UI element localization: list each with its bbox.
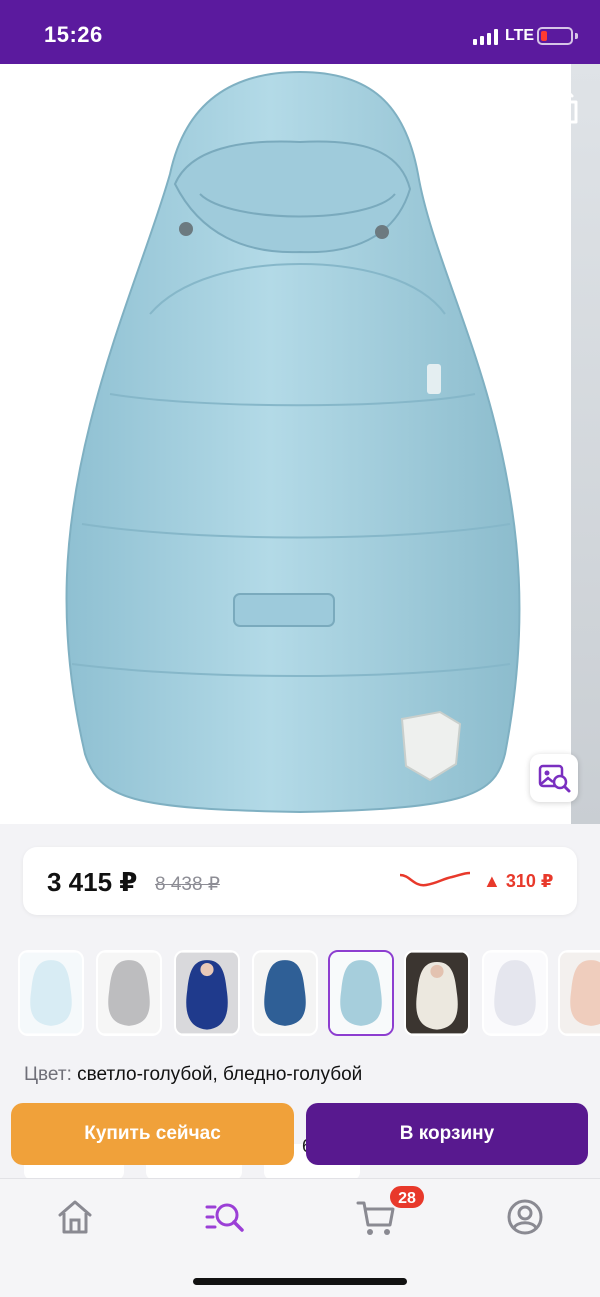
tab-catalog[interactable] [203,1195,247,1239]
catalog-search-icon [205,1203,244,1232]
variant-thumbnail[interactable] [252,950,318,1036]
add-to-cart-button[interactable]: В корзину [306,1103,588,1165]
cart-count-badge: 28 [388,1184,426,1210]
cream-variant-image [406,952,468,1034]
variant-thumbnail[interactable] [18,950,84,1036]
home-indicator[interactable] [193,1278,407,1285]
share-button[interactable] [544,82,584,130]
peach-variant-image [560,952,600,1034]
variant-thumbnail[interactable] [558,950,600,1036]
color-info: Цвет: светло-голубой, бледно-голубой [24,1064,362,1086]
search-by-photo-button[interactable] [530,754,578,802]
product-image[interactable] [0,64,600,824]
variant-thumbnail[interactable] [404,950,470,1036]
status-bar: 15:26 LTE [0,0,600,64]
grey-variant-image [98,952,160,1034]
profile-icon [507,1199,543,1235]
battery-nub [575,33,578,39]
tab-profile[interactable] [503,1195,547,1239]
product-gallery[interactable] [0,64,600,824]
color-label: Цвет: [24,1064,72,1085]
back-button[interactable] [18,84,58,132]
light-blue-variant-image [20,952,82,1034]
home-icon [58,1200,92,1234]
search-by-photo-icon [538,764,571,793]
buy-now-button[interactable]: Купить сейчас [11,1103,294,1165]
status-time: 15:26 [44,22,103,47]
network-type: LTE [505,27,535,44]
sky-blue-variant-image [330,952,392,1034]
price-history-chart[interactable] [398,867,472,895]
navy-variant-image [176,952,238,1034]
variant-thumbnail-selected[interactable] [328,950,394,1036]
heart-icon [473,90,511,124]
price-card[interactable]: 3 415 ₽ 8 438 ₽ ▲ 310 ₽ [23,847,577,915]
share-icon [550,86,578,124]
variant-thumbnail[interactable] [482,950,548,1036]
favorite-button[interactable] [470,86,514,130]
current-price: 3 415 ₽ [47,867,138,897]
tab-home[interactable] [53,1195,97,1239]
variant-thumbnails [0,948,600,1040]
price-change: ▲ 310 ₽ [483,871,554,891]
battery-low-icon [537,27,573,45]
variant-thumbnail[interactable] [174,950,240,1036]
color-value: светло-голубой, бледно-голубой [77,1064,363,1085]
white-variant-image [484,952,546,1034]
back-icon [28,92,46,124]
old-price: 8 438 ₽ [155,874,220,895]
signal-icon [473,29,499,45]
dark-blue-variant-image [254,952,316,1034]
variant-thumbnail[interactable] [96,950,162,1036]
